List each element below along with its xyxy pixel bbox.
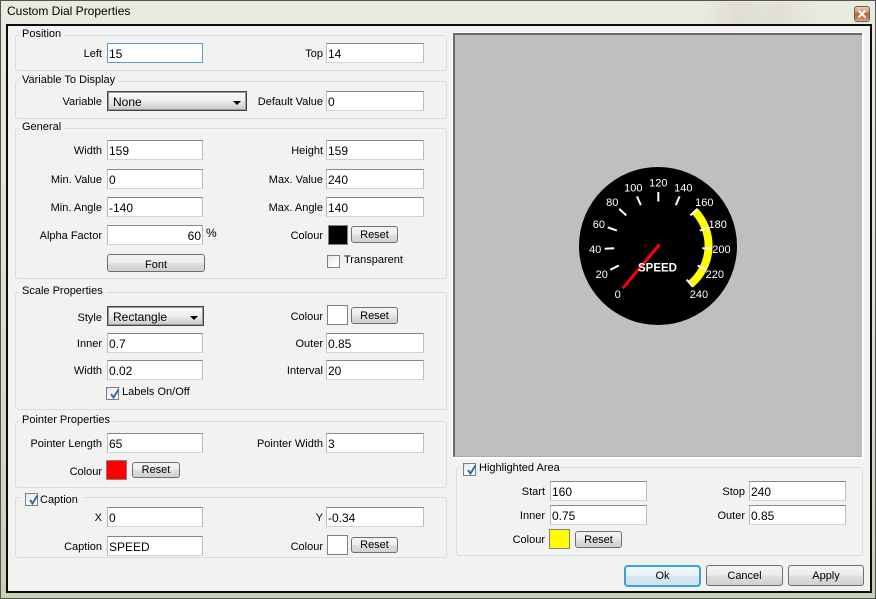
svg-text:220: 220 xyxy=(706,269,724,281)
svg-text:0: 0 xyxy=(615,289,621,301)
svg-text:120: 120 xyxy=(649,177,667,189)
svg-text:240: 240 xyxy=(690,289,708,301)
svg-text:160: 160 xyxy=(695,197,713,209)
svg-text:SPEED: SPEED xyxy=(638,263,677,275)
svg-text:200: 200 xyxy=(712,244,730,256)
svg-text:80: 80 xyxy=(606,197,618,209)
svg-text:140: 140 xyxy=(674,183,692,195)
svg-text:100: 100 xyxy=(624,183,642,195)
svg-text:20: 20 xyxy=(596,269,608,281)
svg-text:60: 60 xyxy=(593,219,605,231)
svg-text:180: 180 xyxy=(709,219,727,231)
svg-text:40: 40 xyxy=(589,244,601,256)
